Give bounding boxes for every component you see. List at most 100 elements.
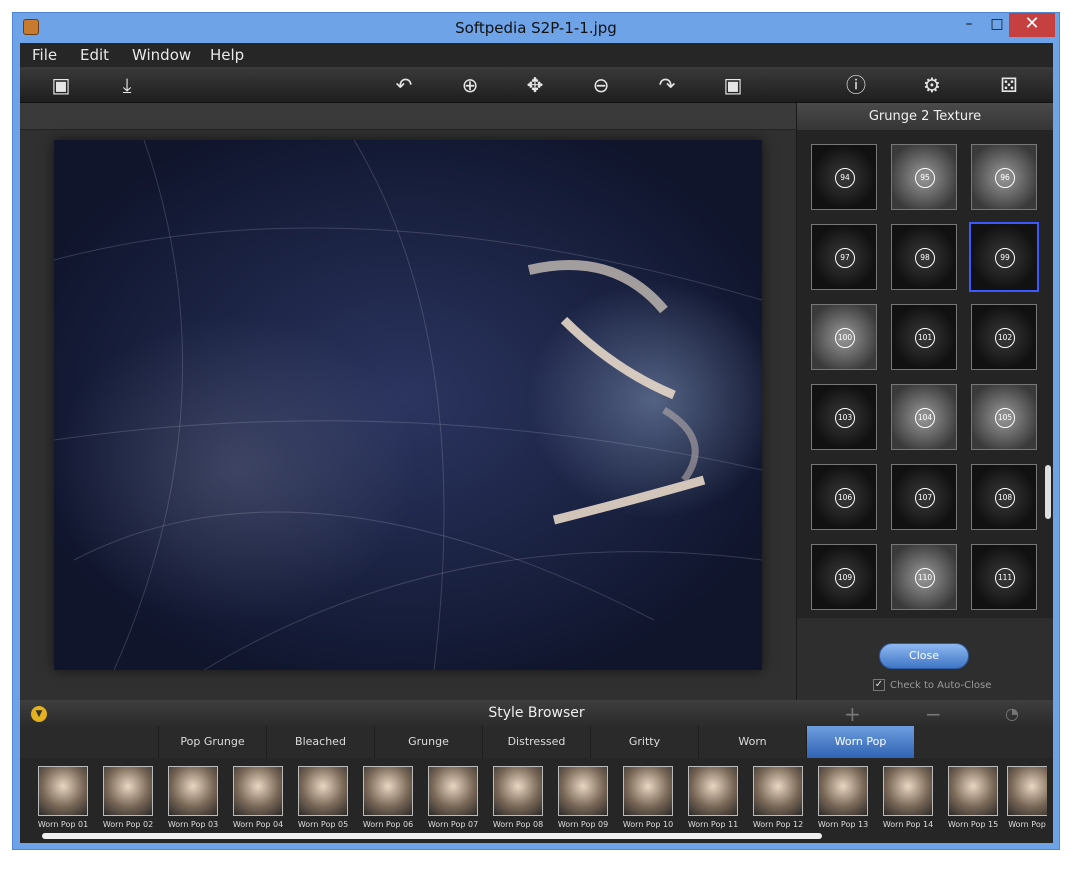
style-thumb[interactable]: Worn Pop 10 xyxy=(617,766,679,836)
window-title: Softpedia S2P-1-1.jpg xyxy=(455,19,617,37)
menu-file[interactable]: File xyxy=(32,46,57,64)
fit-image-icon[interactable]: ▣ xyxy=(718,71,748,99)
save-icon[interactable]: ⤓ xyxy=(112,71,142,99)
style-browser-title: Style Browser xyxy=(488,705,585,721)
texture-number: 94 xyxy=(835,168,855,188)
auto-close-checkbox[interactable]: ✓ xyxy=(873,679,885,691)
texture-number: 95 xyxy=(915,168,935,188)
menu-edit[interactable]: Edit xyxy=(80,46,109,64)
texture-thumb[interactable]: 98 xyxy=(891,224,957,290)
texture-thumb-selected[interactable]: 99 xyxy=(969,222,1039,292)
style-label: Worn Pop 02 xyxy=(102,820,154,829)
style-label: Worn Pop 08 xyxy=(492,820,544,829)
style-thumb[interactable]: Worn Pop 15 xyxy=(942,766,1004,836)
close-window-button[interactable]: ✕ xyxy=(1009,13,1055,37)
texture-thumb[interactable]: 102 xyxy=(971,304,1037,370)
texture-thumb[interactable]: 105 xyxy=(971,384,1037,450)
style-thumb[interactable]: Worn Pop 05 xyxy=(292,766,354,836)
style-thumb[interactable]: Worn Pop 07 xyxy=(422,766,484,836)
texture-thumb[interactable]: 96 xyxy=(971,144,1037,210)
texture-grid: 94 95 96 97 98 99 100 101 102 103 104 10… xyxy=(797,130,1053,618)
texture-thumb[interactable]: 100 xyxy=(811,304,877,370)
style-label: Worn Pop 15 xyxy=(947,820,999,829)
style-preview xyxy=(818,766,868,816)
style-label: Worn Pop 12 xyxy=(752,820,804,829)
tab-grunge[interactable]: Grunge xyxy=(374,726,482,758)
canvas-header xyxy=(20,103,796,130)
style-preview xyxy=(493,766,543,816)
pan-icon[interactable]: ✥ xyxy=(520,71,550,99)
panel-scrollbar[interactable] xyxy=(1044,130,1052,618)
texture-thumb[interactable]: 109 xyxy=(811,544,877,610)
toolbar: ▣ ⤓ ↶ ⊕ ✥ ⊖ ↷ ▣ ⓘ ⚙ ⚄ xyxy=(20,67,1053,103)
style-thumb[interactable]: Worn Pop 04 xyxy=(227,766,289,836)
texture-thumb[interactable]: 95 xyxy=(891,144,957,210)
style-preview xyxy=(883,766,933,816)
random-dice-icon[interactable]: ⚄ xyxy=(994,71,1024,99)
style-preview xyxy=(38,766,88,816)
texture-thumb[interactable]: 97 xyxy=(811,224,877,290)
style-browser: ▼ Style Browser + − ◔ Pop Grunge Bleache… xyxy=(20,700,1053,843)
tab-pop-grunge[interactable]: Pop Grunge xyxy=(158,726,266,758)
info-icon[interactable]: ⓘ xyxy=(841,71,871,99)
style-thumb[interactable]: Worn Pop 12 xyxy=(747,766,809,836)
texture-number: 105 xyxy=(995,408,1015,428)
reset-style-icon[interactable]: ◔ xyxy=(1005,704,1019,723)
texture-thumb[interactable]: 103 xyxy=(811,384,877,450)
texture-number: 100 xyxy=(835,328,855,348)
maximize-button[interactable]: □ xyxy=(985,13,1009,37)
image-preview[interactable] xyxy=(54,140,762,670)
style-preview xyxy=(1007,766,1047,816)
style-preview xyxy=(428,766,478,816)
style-label: Worn Pop 11 xyxy=(687,820,739,829)
redo-icon[interactable]: ↷ xyxy=(652,71,682,99)
zoom-out-icon[interactable]: ⊖ xyxy=(586,71,616,99)
style-browser-header: ▼ Style Browser + − ◔ xyxy=(20,700,1053,726)
texture-thumb[interactable]: 104 xyxy=(891,384,957,450)
tab-bleached[interactable]: Bleached xyxy=(266,726,374,758)
settings-icon[interactable]: ⚙ xyxy=(917,71,947,99)
style-thumb[interactable]: Worn Pop xyxy=(1007,766,1047,836)
open-image-icon[interactable]: ▣ xyxy=(46,71,76,99)
style-thumb[interactable]: Worn Pop 13 xyxy=(812,766,874,836)
texture-number: 101 xyxy=(915,328,935,348)
tab-distressed[interactable]: Distressed xyxy=(482,726,590,758)
style-label: Worn Pop 04 xyxy=(232,820,284,829)
style-thumb[interactable]: Worn Pop 14 xyxy=(877,766,939,836)
texture-thumb[interactable]: 110 xyxy=(891,544,957,610)
style-preview xyxy=(298,766,348,816)
style-preview xyxy=(558,766,608,816)
style-strip-scrollbar[interactable] xyxy=(42,833,822,839)
texture-number: 104 xyxy=(915,408,935,428)
style-thumb[interactable]: Worn Pop 03 xyxy=(162,766,224,836)
style-thumb[interactable]: Worn Pop 01 xyxy=(32,766,94,836)
tab-worn[interactable]: Worn xyxy=(698,726,806,758)
style-thumb[interactable]: Worn Pop 09 xyxy=(552,766,614,836)
texture-thumb[interactable]: 108 xyxy=(971,464,1037,530)
menu-window[interactable]: Window xyxy=(132,46,191,64)
tab-gritty[interactable]: Gritty xyxy=(590,726,698,758)
texture-number: 99 xyxy=(995,248,1015,268)
texture-thumb[interactable]: 111 xyxy=(971,544,1037,610)
style-thumb[interactable]: Worn Pop 06 xyxy=(357,766,419,836)
texture-thumb[interactable]: 107 xyxy=(891,464,957,530)
tab-worn-pop[interactable]: Worn Pop xyxy=(806,726,914,758)
menu-help[interactable]: Help xyxy=(210,46,244,64)
style-preview xyxy=(233,766,283,816)
close-panel-button[interactable]: Close xyxy=(879,643,969,669)
undo-icon[interactable]: ↶ xyxy=(389,71,419,99)
texture-number: 111 xyxy=(995,568,1015,588)
zoom-in-icon[interactable]: ⊕ xyxy=(455,71,485,99)
texture-thumb[interactable]: 101 xyxy=(891,304,957,370)
style-label: Worn Pop 09 xyxy=(557,820,609,829)
style-thumb[interactable]: Worn Pop 02 xyxy=(97,766,159,836)
add-style-icon[interactable]: + xyxy=(844,702,861,726)
remove-style-icon[interactable]: − xyxy=(925,702,942,726)
texture-thumb[interactable]: 106 xyxy=(811,464,877,530)
panel-scrollbar-thumb[interactable] xyxy=(1045,465,1051,519)
style-thumb[interactable]: Worn Pop 08 xyxy=(487,766,549,836)
auto-close-option[interactable]: ✓ Check to Auto-Close xyxy=(873,679,991,691)
minimize-button[interactable]: – xyxy=(957,13,981,37)
texture-thumb[interactable]: 94 xyxy=(811,144,877,210)
style-thumb[interactable]: Worn Pop 11 xyxy=(682,766,744,836)
